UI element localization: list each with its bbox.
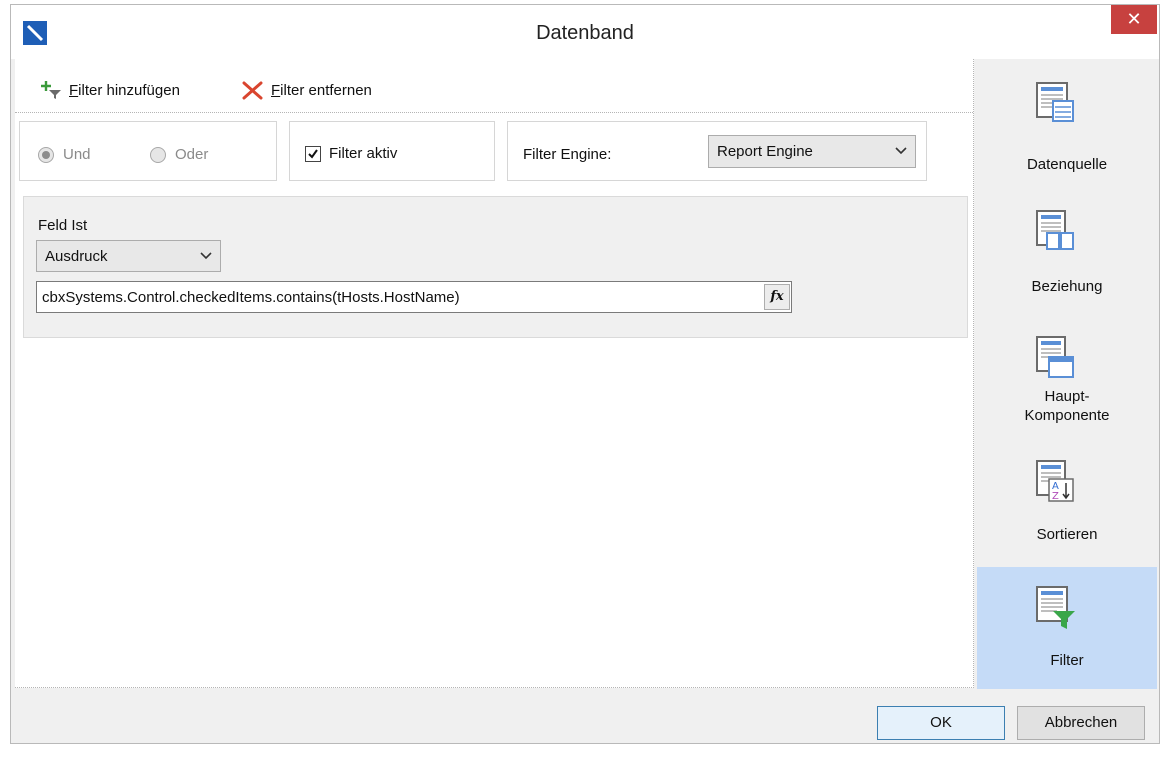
radio-und-label: Und xyxy=(63,146,91,163)
filter-active-group: Filter aktiv xyxy=(289,121,495,181)
svg-text:Z: Z xyxy=(1052,491,1059,502)
datasource-icon xyxy=(1033,79,1077,127)
chevron-down-icon xyxy=(895,143,907,155)
remove-filter-mnemonic: F xyxy=(271,81,281,99)
filter-condition-panel: Feld Ist Ausdruck cbxSystems.Control.che… xyxy=(23,196,968,338)
remove-filter-icon xyxy=(241,80,265,100)
relation-icon xyxy=(1033,207,1077,255)
sidebar-item-label: Sortieren xyxy=(1036,526,1098,543)
sidebar-item-beziehung[interactable]: Beziehung xyxy=(977,193,1157,321)
add-filter-icon xyxy=(39,80,63,100)
dialog-window: Datenband ✕ Filter hinzufügen Filter ent… xyxy=(10,4,1160,744)
condition-type-value: Ausdruck xyxy=(45,248,108,265)
sidebar-item-sortieren[interactable]: A Z Sortieren xyxy=(977,449,1157,567)
sidebar-item-datenquelle[interactable]: Datenquelle xyxy=(977,61,1157,193)
add-filter-mnemonic: F xyxy=(69,81,79,99)
logic-group: Und Oder xyxy=(19,121,277,181)
close-button[interactable]: ✕ xyxy=(1111,5,1157,34)
filter-engine-value: Report Engine xyxy=(717,143,813,160)
window-title: Datenband xyxy=(536,22,634,44)
filter-active-checkbox[interactable]: Filter aktiv xyxy=(305,145,397,162)
expression-editor-button[interactable]: fx xyxy=(764,284,790,310)
radio-oder-label: Oder xyxy=(175,146,209,163)
toolbar: Filter hinzufügen Filter entfernen xyxy=(15,59,973,113)
expression-input[interactable]: cbxSystems.Control.checkedItems.contains… xyxy=(36,281,792,313)
expression-value: cbxSystems.Control.checkedItems.contains… xyxy=(42,289,460,306)
filter-active-label: Filter aktiv xyxy=(329,145,398,162)
field-label: Feld Ist xyxy=(38,217,88,234)
radio-oder[interactable]: Oder xyxy=(150,146,208,163)
engine-group: Filter Engine: Report Engine xyxy=(507,121,927,181)
close-icon: ✕ xyxy=(1126,9,1142,29)
master-component-icon xyxy=(1033,333,1077,381)
sidebar-item-label-line1: Haupt- xyxy=(1044,388,1090,405)
remove-filter-button[interactable]: Filter entfernen xyxy=(241,79,372,101)
sidebar-item-label-line2: Komponente xyxy=(1024,407,1110,424)
remove-filter-label: ilter entfernen xyxy=(280,81,372,99)
condition-type-select[interactable]: Ausdruck xyxy=(36,240,221,272)
sidebar-item-filter[interactable]: Filter xyxy=(977,567,1157,689)
cancel-button[interactable]: Abbrechen xyxy=(1017,706,1145,740)
filter-engine-label: Filter Engine: xyxy=(523,146,612,163)
chevron-down-icon xyxy=(200,248,212,260)
sidebar-item-label: Filter xyxy=(1050,652,1084,669)
ok-button[interactable]: OK xyxy=(877,706,1005,740)
add-filter-label: ilter hinzufügen xyxy=(78,81,180,99)
radio-und-indicator xyxy=(38,146,54,163)
filter-engine-select[interactable]: Report Engine xyxy=(708,135,916,168)
sort-icon: A Z xyxy=(1033,457,1077,505)
filter-icon xyxy=(1033,583,1077,631)
main-panel: Filter hinzufügen Filter entfernen Und O… xyxy=(15,59,974,688)
radio-oder-indicator xyxy=(150,146,166,163)
checkmark-icon xyxy=(305,145,321,162)
sidebar-item-label: Datenquelle xyxy=(1026,156,1108,173)
sidebar: Datenquelle Beziehung Haupt- Komponente … xyxy=(977,59,1157,689)
sidebar-item-hauptkomponente[interactable]: Haupt- Komponente xyxy=(977,321,1157,449)
add-filter-button[interactable]: Filter hinzufügen xyxy=(39,79,180,101)
title-bar: Datenband ✕ xyxy=(11,5,1159,59)
radio-und[interactable]: Und xyxy=(38,146,91,163)
sidebar-item-label: Beziehung xyxy=(1031,278,1103,295)
fx-icon: fx xyxy=(770,289,784,304)
